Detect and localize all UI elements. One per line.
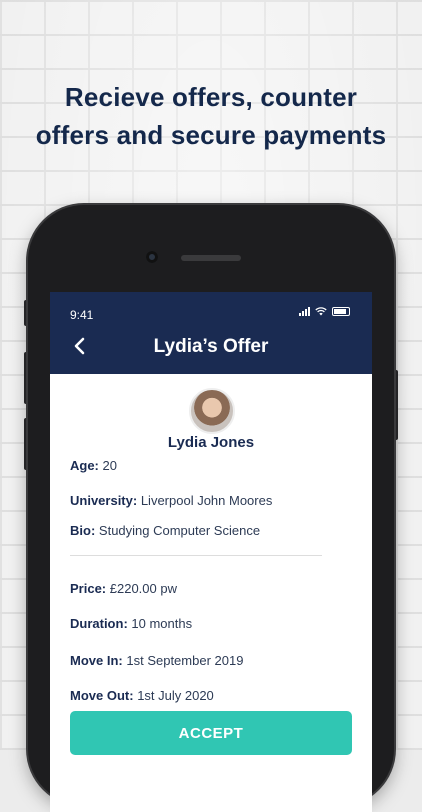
price-label: Price: [70, 581, 107, 596]
status-icons [299, 307, 350, 316]
move-in-value: 1st September 2019 [126, 653, 244, 668]
battery-icon [332, 307, 350, 316]
bio-value: Studying Computer Science [98, 523, 261, 538]
bio-row: Bio: Studying Computer Science [70, 523, 260, 538]
price-value: £220.00 pw [109, 581, 177, 596]
signal-icon [299, 307, 310, 316]
avatar [189, 388, 235, 434]
headline-line-2: offers and secure payments [35, 120, 387, 150]
university-label: University: [70, 493, 138, 508]
duration-row: Duration: 10 months [70, 616, 192, 631]
phone-frame: 9:41 Lydia’s Offer Lydia Jones Age: 20 U… [28, 205, 394, 812]
bio-label: Bio: [70, 523, 96, 538]
move-out-value: 1st July 2020 [137, 688, 214, 703]
duration-label: Duration: [70, 616, 128, 631]
speaker-grille [181, 255, 241, 261]
duration-value: 10 months [131, 616, 193, 631]
headline-line-1: Recieve offers, counter [64, 82, 358, 112]
status-time: 9:41 [70, 308, 94, 322]
university-row: University: Liverpool John Moores [70, 493, 272, 508]
move-in-row: Move In: 1st September 2019 [70, 653, 243, 668]
move-out-label: Move Out: [70, 688, 134, 703]
price-row: Price: £220.00 pw [70, 581, 177, 596]
age-label: Age: [70, 458, 99, 473]
age-row: Age: 20 [70, 458, 117, 473]
front-camera [146, 251, 158, 263]
profile-name: Lydia Jones [167, 434, 255, 451]
nav-bar: 9:41 Lydia’s Offer [50, 292, 372, 374]
marketing-headline: Recieve offers, counter offers and secur… [0, 78, 422, 154]
page-title: Lydia’s Offer [153, 336, 269, 357]
accept-button[interactable]: ACCEPT [70, 711, 352, 755]
university-value: Liverpool John Moores [140, 493, 273, 508]
age-value: 20 [102, 458, 117, 473]
divider [70, 555, 322, 556]
move-out-row: Move Out: 1st July 2020 [70, 688, 214, 703]
app-screen: 9:41 Lydia’s Offer Lydia Jones Age: 20 U… [50, 292, 372, 812]
move-in-label: Move In: [70, 653, 123, 668]
wifi-icon [315, 307, 327, 316]
